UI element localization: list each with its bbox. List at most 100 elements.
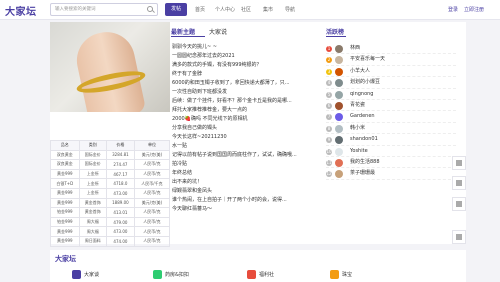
forum-icon (72, 270, 81, 279)
tab-latest[interactable]: 最新主题 (171, 27, 195, 36)
nav-user-center[interactable]: 个人中心 (215, 6, 235, 13)
active-ranking-underline (326, 36, 346, 37)
search-icon[interactable] (147, 6, 153, 12)
cell: 黄金999 (50, 235, 80, 247)
cell: 3284.81 (105, 149, 135, 161)
list-item[interactable]: 今天长这样~20211230 (172, 133, 322, 142)
category-label: 大家谈 (84, 272, 100, 278)
list-item[interactable]: 4 划划的小爆豆 (326, 77, 456, 89)
main-card: 品名 类别 价格 单位 双良黄金 国际金价 3284.81 美元/克(美) 双良黄金国… (50, 22, 466, 247)
username: 平安喜乐每一天 (350, 56, 386, 63)
cell: 上金所 (78, 178, 107, 189)
list-item[interactable]: 一次性自助到下班都没发 (172, 88, 322, 97)
list-item[interactable]: 2 平安喜乐每一天 (326, 54, 456, 66)
nav-market[interactable]: 集市 (263, 6, 273, 13)
list-item[interactable]: 1 林西 (326, 43, 456, 55)
list-item[interactable]: 记得以前有帖子说到国国周而底柱作了，试试，确确哦... (172, 151, 322, 160)
category-item[interactable]: 福利社 (247, 270, 274, 279)
category-label: 珠宝 (342, 272, 353, 278)
post-button[interactable]: 发帖 (165, 3, 187, 16)
register-link[interactable]: 立即注册 (464, 6, 484, 13)
avatar (335, 56, 343, 65)
nav-home[interactable]: 首页 (195, 6, 205, 13)
table-row: 双良黄金 国际金价 274.47 人民币/克 (50, 159, 171, 170)
list-item[interactable]: 6 青花瓷 (326, 100, 456, 112)
cell: 467.17 (105, 168, 135, 180)
nav-community[interactable]: 社区 (241, 6, 251, 13)
avatar (335, 45, 343, 53)
rank-badge: 6 (326, 102, 332, 109)
category-label: 药房&扣扣 (165, 272, 189, 278)
avatar (335, 101, 343, 110)
username: Gardenen (350, 113, 375, 120)
rank-badge: 12 (326, 171, 332, 178)
list-item[interactable]: 年终总结 (172, 169, 322, 178)
message-icon[interactable] (452, 176, 466, 190)
list-item[interactable]: 8 韩小米 (326, 123, 456, 135)
username: qingnong (350, 90, 374, 97)
tab-discuss[interactable]: 大家说 (209, 27, 227, 36)
table-row: 黄金999 周大福 473.00 人民币/克 (50, 226, 171, 237)
cell: 4718.0 (105, 178, 135, 189)
cell: 周日面料 (78, 235, 107, 247)
list-item[interactable]: 5 qingnong (326, 89, 456, 100)
list-item[interactable]: 后续：做了个挂件，好看不？那个金卡丘是我的是哪... (172, 97, 322, 106)
list-item[interactable]: 9 shandon01 (326, 134, 456, 146)
bell-icon[interactable] (452, 197, 466, 211)
list-item[interactable]: 今天聊红翡蕃马～ (172, 205, 322, 214)
back-to-top-icon[interactable] (452, 230, 466, 244)
list-item[interactable]: 驯驯今天的挑儿~ ~ (172, 43, 322, 52)
list-item[interactable]: 拜托大家推荐推荐金，要大一点的 (172, 106, 322, 115)
cell: 铂金999 (50, 207, 80, 218)
forum-section: 大家坛 大家谈 药房&扣扣 福利社 珠宝 (50, 250, 466, 282)
list-item[interactable]: 10 Yoshite (326, 146, 456, 157)
search-input[interactable]: 输入要搜索的关键词 (50, 3, 158, 16)
list-item[interactable]: 终于有了金脖 (172, 70, 322, 79)
list-item[interactable]: 出不来的坑！ (172, 178, 322, 187)
cell: 上金所 (78, 168, 107, 180)
cell: 国际金价 (78, 159, 107, 170)
avatar (335, 147, 343, 156)
list-item[interactable]: 11 我的生活888 (326, 157, 456, 169)
active-tab-indicator (171, 36, 205, 37)
forum-icon (247, 270, 256, 279)
cell: 美元/克(美) (133, 197, 171, 209)
forum-icon (330, 270, 339, 279)
rank-badge: 10 (326, 148, 332, 155)
site-logo[interactable]: 大家坛 (5, 3, 37, 18)
category-item[interactable]: 大家谈 (72, 270, 99, 279)
nav-navigation[interactable]: 导航 (285, 6, 295, 13)
featured-image[interactable] (50, 22, 170, 112)
table-header: 品名 (50, 140, 80, 151)
rank-badge: 11 (326, 159, 332, 166)
login-link[interactable]: 登录 (448, 6, 458, 13)
cell: 人民币/克 (133, 168, 171, 180)
cell: 黄金999 (50, 168, 80, 180)
category-item[interactable]: 药房&扣扣 (153, 270, 189, 279)
username: 茶子珊珊最 (350, 170, 376, 177)
list-item[interactable]: 水一贴 (172, 142, 322, 151)
list-item[interactable]: 谁个热闹，在上自拍子｜开了两个小时的会，说得... (172, 196, 322, 205)
category-item[interactable]: 珠宝 (330, 270, 352, 279)
cell: 黄金首饰 (78, 207, 107, 218)
list-item[interactable]: 12 茶子珊珊最 (326, 168, 456, 180)
avatar (335, 136, 343, 145)
cell: 479.00 (105, 216, 135, 228)
username: 小羊大人 (350, 67, 371, 74)
list-item[interactable]: 绿鳗翡翠和金凤头 (172, 187, 322, 196)
table-row: 黄金999 黄金首饰 1889.00 美元/克(美) (50, 197, 171, 209)
list-item[interactable]: 分享我自己做的镯头 (172, 124, 322, 133)
list-item[interactable]: 6000的和田玉镯子收到了，拿回快递大都薄了，只... (172, 79, 322, 88)
print-icon[interactable] (452, 156, 466, 170)
list-item[interactable]: 一圆圆纪念那年过去的2021 (172, 52, 322, 61)
username: Yoshite (350, 147, 368, 154)
list-item[interactable]: 2000🍓确吗 不同光线下的原相机 (172, 115, 322, 124)
rank-badge: 5 (326, 91, 332, 98)
list-item[interactable]: 3 小羊大人 (326, 66, 456, 78)
list-item[interactable]: 拍冷贴 (172, 160, 322, 169)
table-row: 双良黄金 国际金价 3284.81 美元/克(美) (50, 149, 171, 161)
list-item[interactable]: 7 Gardenen (326, 111, 456, 123)
cell: 人民币/克 (133, 216, 171, 228)
list-item[interactable]: 满多的款式的手镯，有没有999纯银的？ (172, 61, 322, 70)
table-row: 黄金999 周日面料 474.00 人民币/克 (50, 235, 171, 247)
